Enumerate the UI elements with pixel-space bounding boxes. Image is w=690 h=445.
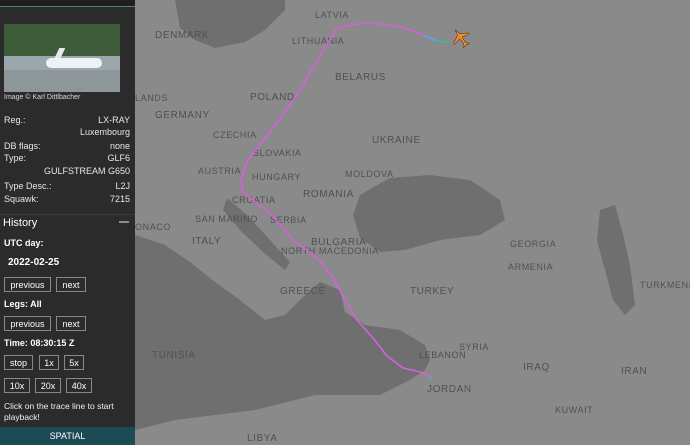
map-label-slovakia: SLOVAKIA <box>253 148 302 158</box>
speed-5x-button[interactable]: 5x <box>64 355 84 370</box>
map-label-greece: GREECE <box>280 286 326 297</box>
detail-key: Squawk: <box>4 194 39 204</box>
speed-10x-button[interactable]: 10x <box>4 378 30 393</box>
map-label-iran: IRAN <box>621 366 647 377</box>
detail-key: Type Desc.: <box>4 181 52 191</box>
detail-key: Type: <box>4 153 27 163</box>
map-label-iraq: IRAQ <box>523 362 550 373</box>
legs-previous-button[interactable]: previous <box>4 316 51 331</box>
history-title: History <box>3 217 38 229</box>
map-label-georgia: GEORGIA <box>510 239 556 249</box>
map-label-denmark: DENMARK <box>155 30 209 41</box>
legs-label: Legs: All <box>4 299 42 309</box>
map-label-kuwait: KUWAIT <box>555 405 593 415</box>
map[interactable]: DENMARK LATVIA LITHUANIA BELARUS GERMANY… <box>135 0 690 445</box>
detail-value: L2J <box>115 181 130 191</box>
detail-row-type-desc: Type Desc.: L2J <box>4 181 130 192</box>
map-label-monaco: ONACO <box>135 222 171 232</box>
speed-1x-button[interactable]: 1x <box>39 355 59 370</box>
photo-credit: Image © Karl Dittlbacher <box>4 94 81 101</box>
map-label-san-marino: SAN MARINO <box>195 214 258 224</box>
map-label-ukraine: UKRAINE <box>372 135 421 146</box>
spatial-tab[interactable]: SPATIAL <box>0 427 135 445</box>
playback-hint: Click on the trace line to start playbac… <box>4 401 114 422</box>
aircraft-photo[interactable] <box>4 24 120 92</box>
map-label-latvia: LATVIA <box>315 10 349 20</box>
legs-next-button[interactable]: next <box>56 316 86 331</box>
photo-ground <box>4 70 120 92</box>
map-label-lebanon: LEBANON <box>419 350 466 360</box>
day-previous-button[interactable]: previous <box>4 277 51 292</box>
detail-row-type-name: GULFSTREAM G650 <box>4 166 130 177</box>
history-date: 2022-02-25 <box>8 257 60 268</box>
map-label-germany: GERMANY <box>155 110 210 121</box>
map-label-hungary: HUNGARY <box>252 172 301 182</box>
detail-value: Luxembourg <box>79 127 130 137</box>
map-label-moldova: MOLDOVA <box>345 169 394 179</box>
detail-row-country: Luxembourg <box>4 127 130 138</box>
detail-row-dbflags: DB flags: none <box>4 141 130 152</box>
map-label-turkmenistan: TURKMENISTAN <box>640 280 690 290</box>
map-label-lands: LANDS <box>135 93 168 103</box>
detail-value: GLF6 <box>107 153 130 163</box>
map-label-czechia: CZECHIA <box>213 130 257 140</box>
sidebar-top-bar <box>0 0 135 7</box>
detail-key: Reg.: <box>4 115 26 125</box>
map-label-armenia: ARMENIA <box>508 262 553 272</box>
map-label-poland: POLAND <box>250 92 295 103</box>
map-label-tunisia: TUNISIA <box>152 350 196 361</box>
time-label: Time: 08:30:15 Z <box>4 338 75 348</box>
detail-value: 7215 <box>109 194 130 204</box>
stop-button[interactable]: stop <box>4 355 33 370</box>
collapse-icon[interactable] <box>119 221 129 223</box>
map-label-lithuania: LITHUANIA <box>292 36 344 46</box>
sidebar: Image © Karl Dittlbacher Reg.: LX-RAY Lu… <box>0 0 135 445</box>
map-label-libya: LIBYA <box>247 433 278 444</box>
map-label-austria: AUSTRIA <box>198 166 241 176</box>
detail-row-squawk: Squawk: 7215 <box>4 194 130 205</box>
detail-value: none <box>109 141 130 151</box>
map-label-jordan: JORDAN <box>427 384 472 395</box>
photo-jet <box>46 58 102 68</box>
day-next-button[interactable]: next <box>56 277 86 292</box>
map-label-turkey: TURKEY <box>410 286 454 297</box>
map-label-north-macedonia: NORTH MACEDONIA <box>281 246 379 256</box>
flight-track-segment-green[interactable] <box>436 40 450 43</box>
aircraft-icon[interactable] <box>450 27 472 49</box>
map-label-italy: ITALY <box>192 236 221 247</box>
detail-value: LX-RAY <box>98 115 130 125</box>
detail-row-reg: Reg.: LX-RAY <box>4 115 130 126</box>
detail-key: DB flags: <box>4 141 41 151</box>
speed-20x-button[interactable]: 20x <box>35 378 61 393</box>
map-canvas[interactable]: DENMARK LATVIA LITHUANIA BELARUS GERMANY… <box>135 0 690 445</box>
detail-row-type: Type: GLF6 <box>4 153 130 164</box>
history-header[interactable]: History <box>0 214 135 230</box>
map-label-belarus: BELARUS <box>335 72 386 83</box>
detail-value: GULFSTREAM G650 <box>43 166 130 176</box>
utc-day-label: UTC day: <box>4 238 44 248</box>
speed-40x-button[interactable]: 40x <box>66 378 92 393</box>
flight-track-start-green[interactable] <box>426 377 433 380</box>
map-label-romania: ROMANIA <box>303 189 354 200</box>
